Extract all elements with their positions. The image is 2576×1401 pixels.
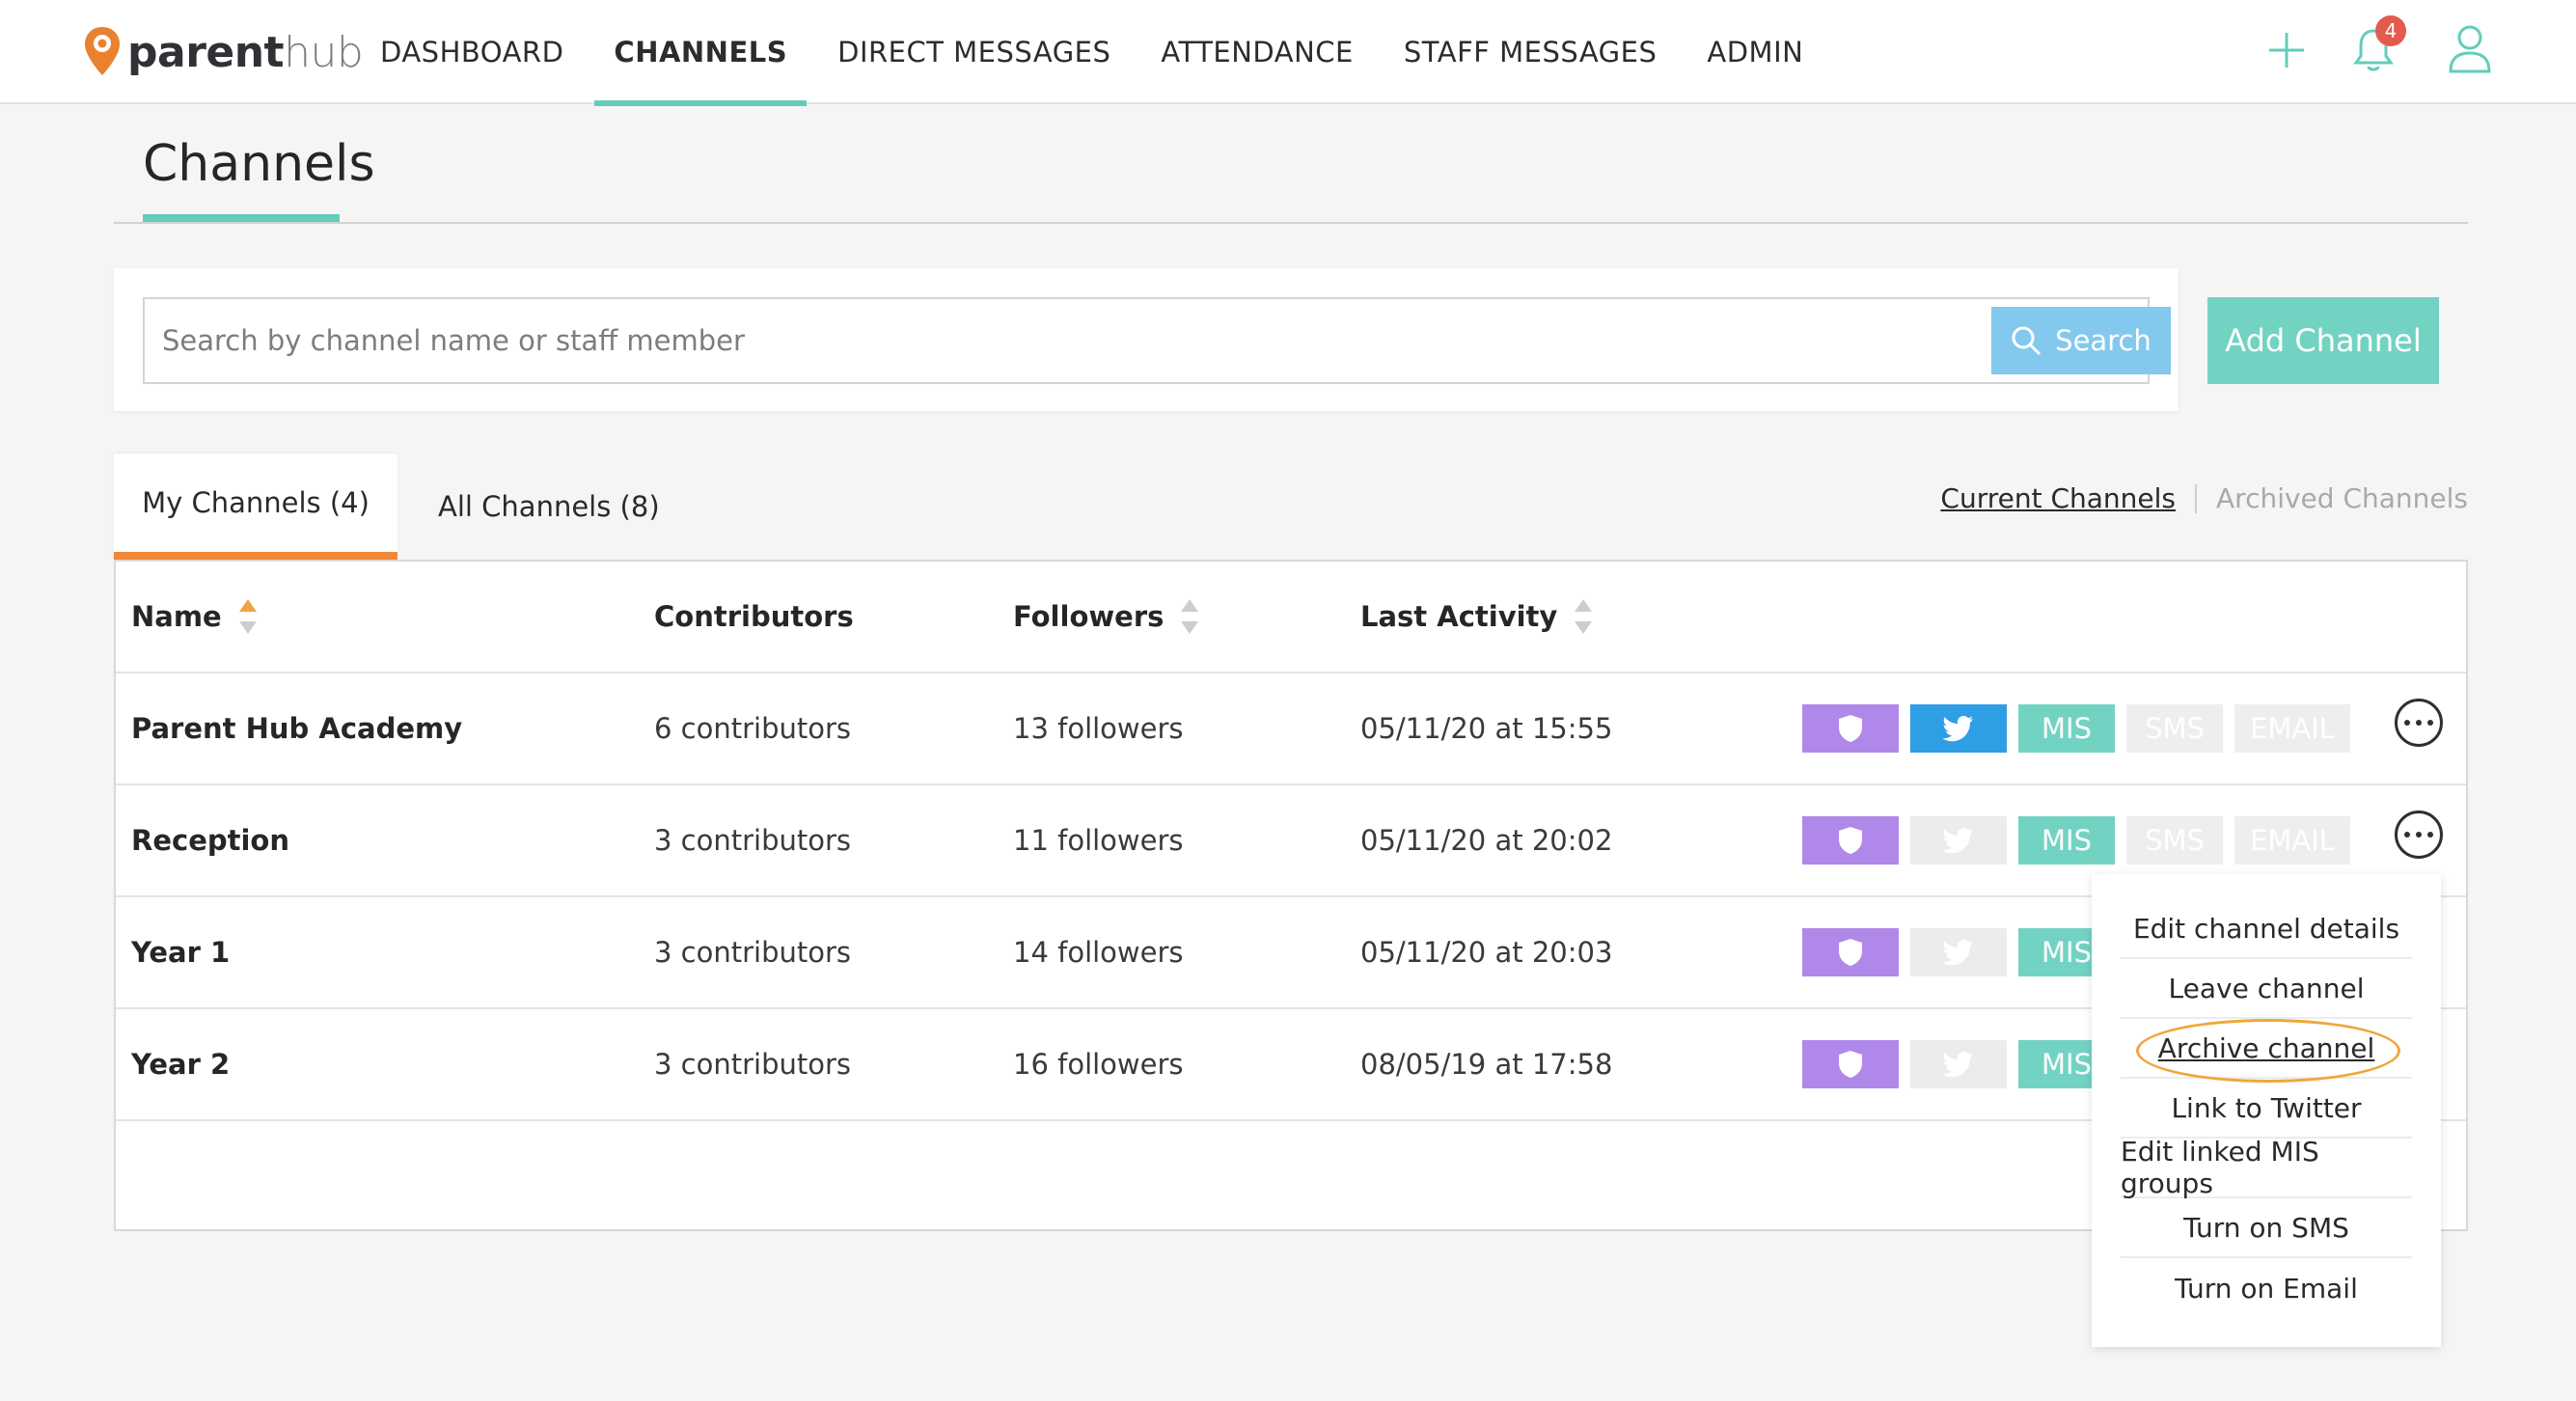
sort-icon[interactable] [1573, 597, 1594, 636]
nav-dashboard[interactable]: DASHBOARD [361, 0, 583, 104]
contributors-count: 3 contributors [654, 824, 852, 857]
header-followers[interactable]: Followers [1013, 562, 1200, 672]
sort-icon[interactable] [1179, 597, 1200, 636]
page-title: Channels [143, 135, 375, 193]
last-activity: 08/05/19 at 17:58 [1360, 1048, 1613, 1081]
shield-icon[interactable] [1802, 704, 1899, 753]
title-divider [114, 222, 2468, 224]
shield-icon[interactable] [1802, 1040, 1899, 1088]
channel-name[interactable]: Year 2 [131, 1009, 230, 1119]
parenthub-logo[interactable]: parenthub [83, 23, 364, 81]
search-input[interactable] [162, 299, 1957, 382]
header-last-activity-label: Last Activity [1360, 600, 1558, 633]
plus-icon[interactable] [2267, 29, 2306, 75]
menu-turn-on-email[interactable]: Turn on Email [2121, 1258, 2412, 1318]
table-header-row: Name Contributors Followers Last Activit… [116, 562, 2466, 673]
sms-tag[interactable]: SMS [2126, 816, 2223, 865]
search-button-label: Search [2055, 324, 2151, 357]
menu-link-to-twitter[interactable]: Link to Twitter [2121, 1079, 2412, 1139]
menu-archive-channel[interactable]: Archive channel [2121, 1019, 2412, 1079]
mis-tag[interactable]: MIS [2018, 816, 2115, 865]
shield-icon[interactable] [1802, 816, 1899, 865]
current-channels-link[interactable]: Current Channels [1940, 482, 2176, 514]
followers-count: 13 followers [1013, 712, 1184, 745]
nav-staff-messages[interactable]: STAFF MESSAGES [1384, 0, 1677, 104]
add-channel-button[interactable]: Add Channel [2207, 297, 2439, 384]
nav-admin[interactable]: ADMIN [1687, 0, 1822, 104]
logo-pin-icon [83, 25, 122, 79]
search-box: Search [143, 297, 2171, 384]
contributors-count: 6 contributors [654, 712, 852, 745]
mis-tag[interactable]: MIS [2018, 704, 2115, 753]
header-name-label: Name [131, 600, 222, 633]
table-row: Parent Hub Academy 6 contributors 13 fol… [116, 673, 2466, 785]
menu-edit-channel-details[interactable]: Edit channel details [2121, 899, 2412, 959]
channel-name[interactable]: Reception [131, 785, 289, 895]
user-icon[interactable] [2447, 23, 2493, 79]
email-tag[interactable]: EMAIL [2234, 704, 2350, 753]
more-options-icon[interactable] [2395, 699, 2443, 747]
sms-tag[interactable]: SMS [2126, 704, 2223, 753]
sort-asc-icon[interactable] [237, 597, 259, 636]
nav-direct-messages[interactable]: DIRECT MESSAGES [818, 0, 1130, 104]
menu-leave-channel[interactable]: Leave channel [2121, 959, 2412, 1019]
nav-channels[interactable]: CHANNELS [594, 0, 807, 106]
search-icon [2012, 326, 2042, 356]
followers-count: 11 followers [1013, 824, 1184, 857]
channel-name[interactable]: Parent Hub Academy [131, 673, 462, 783]
header-last-activity[interactable]: Last Activity [1360, 562, 1594, 672]
menu-edit-linked-mis-groups[interactable]: Edit linked MIS groups [2121, 1136, 2412, 1199]
notification-badge: 4 [2375, 15, 2406, 46]
followers-count: 14 followers [1013, 936, 1184, 969]
more-options-icon[interactable] [2395, 810, 2443, 859]
tab-all-channels[interactable]: All Channels (8) [438, 453, 660, 560]
twitter-icon[interactable] [1910, 1040, 2007, 1088]
twitter-icon[interactable] [1910, 816, 2007, 865]
header-name[interactable]: Name [131, 562, 259, 672]
channel-filter-links: Current Channels Archived Channels [1940, 482, 2468, 514]
top-navigation-bar: parenthub DASHBOARD CHANNELS DIRECT MESS… [0, 0, 2576, 106]
last-activity: 05/11/20 at 20:03 [1360, 936, 1613, 969]
search-panel: Search [114, 268, 2179, 411]
header-followers-label: Followers [1013, 600, 1165, 633]
nav-attendance[interactable]: ATTENDANCE [1141, 0, 1372, 104]
contributors-count: 3 contributors [654, 936, 852, 969]
menu-turn-on-sms[interactable]: Turn on SMS [2121, 1198, 2412, 1258]
contributors-count: 3 contributors [654, 1048, 852, 1081]
tab-my-channels[interactable]: My Channels (4) [114, 453, 397, 560]
twitter-icon[interactable] [1910, 704, 2007, 753]
logo-text: parenthub [127, 27, 364, 77]
channel-name[interactable]: Year 1 [131, 897, 230, 1007]
link-separator [2195, 483, 2198, 513]
shield-icon[interactable] [1802, 928, 1899, 976]
channel-options-menu: Edit channel details Leave channel Archi… [2092, 874, 2441, 1347]
last-activity: 05/11/20 at 15:55 [1360, 712, 1613, 745]
followers-count: 16 followers [1013, 1048, 1184, 1081]
main-nav: DASHBOARD CHANNELS DIRECT MESSAGES ATTEN… [361, 0, 1834, 106]
archived-channels-link[interactable]: Archived Channels [2216, 482, 2468, 514]
last-activity: 05/11/20 at 20:02 [1360, 824, 1613, 857]
header-contributors: Contributors [654, 600, 854, 633]
twitter-icon[interactable] [1910, 928, 2007, 976]
search-button[interactable]: Search [1991, 307, 2171, 374]
email-tag[interactable]: EMAIL [2234, 816, 2350, 865]
